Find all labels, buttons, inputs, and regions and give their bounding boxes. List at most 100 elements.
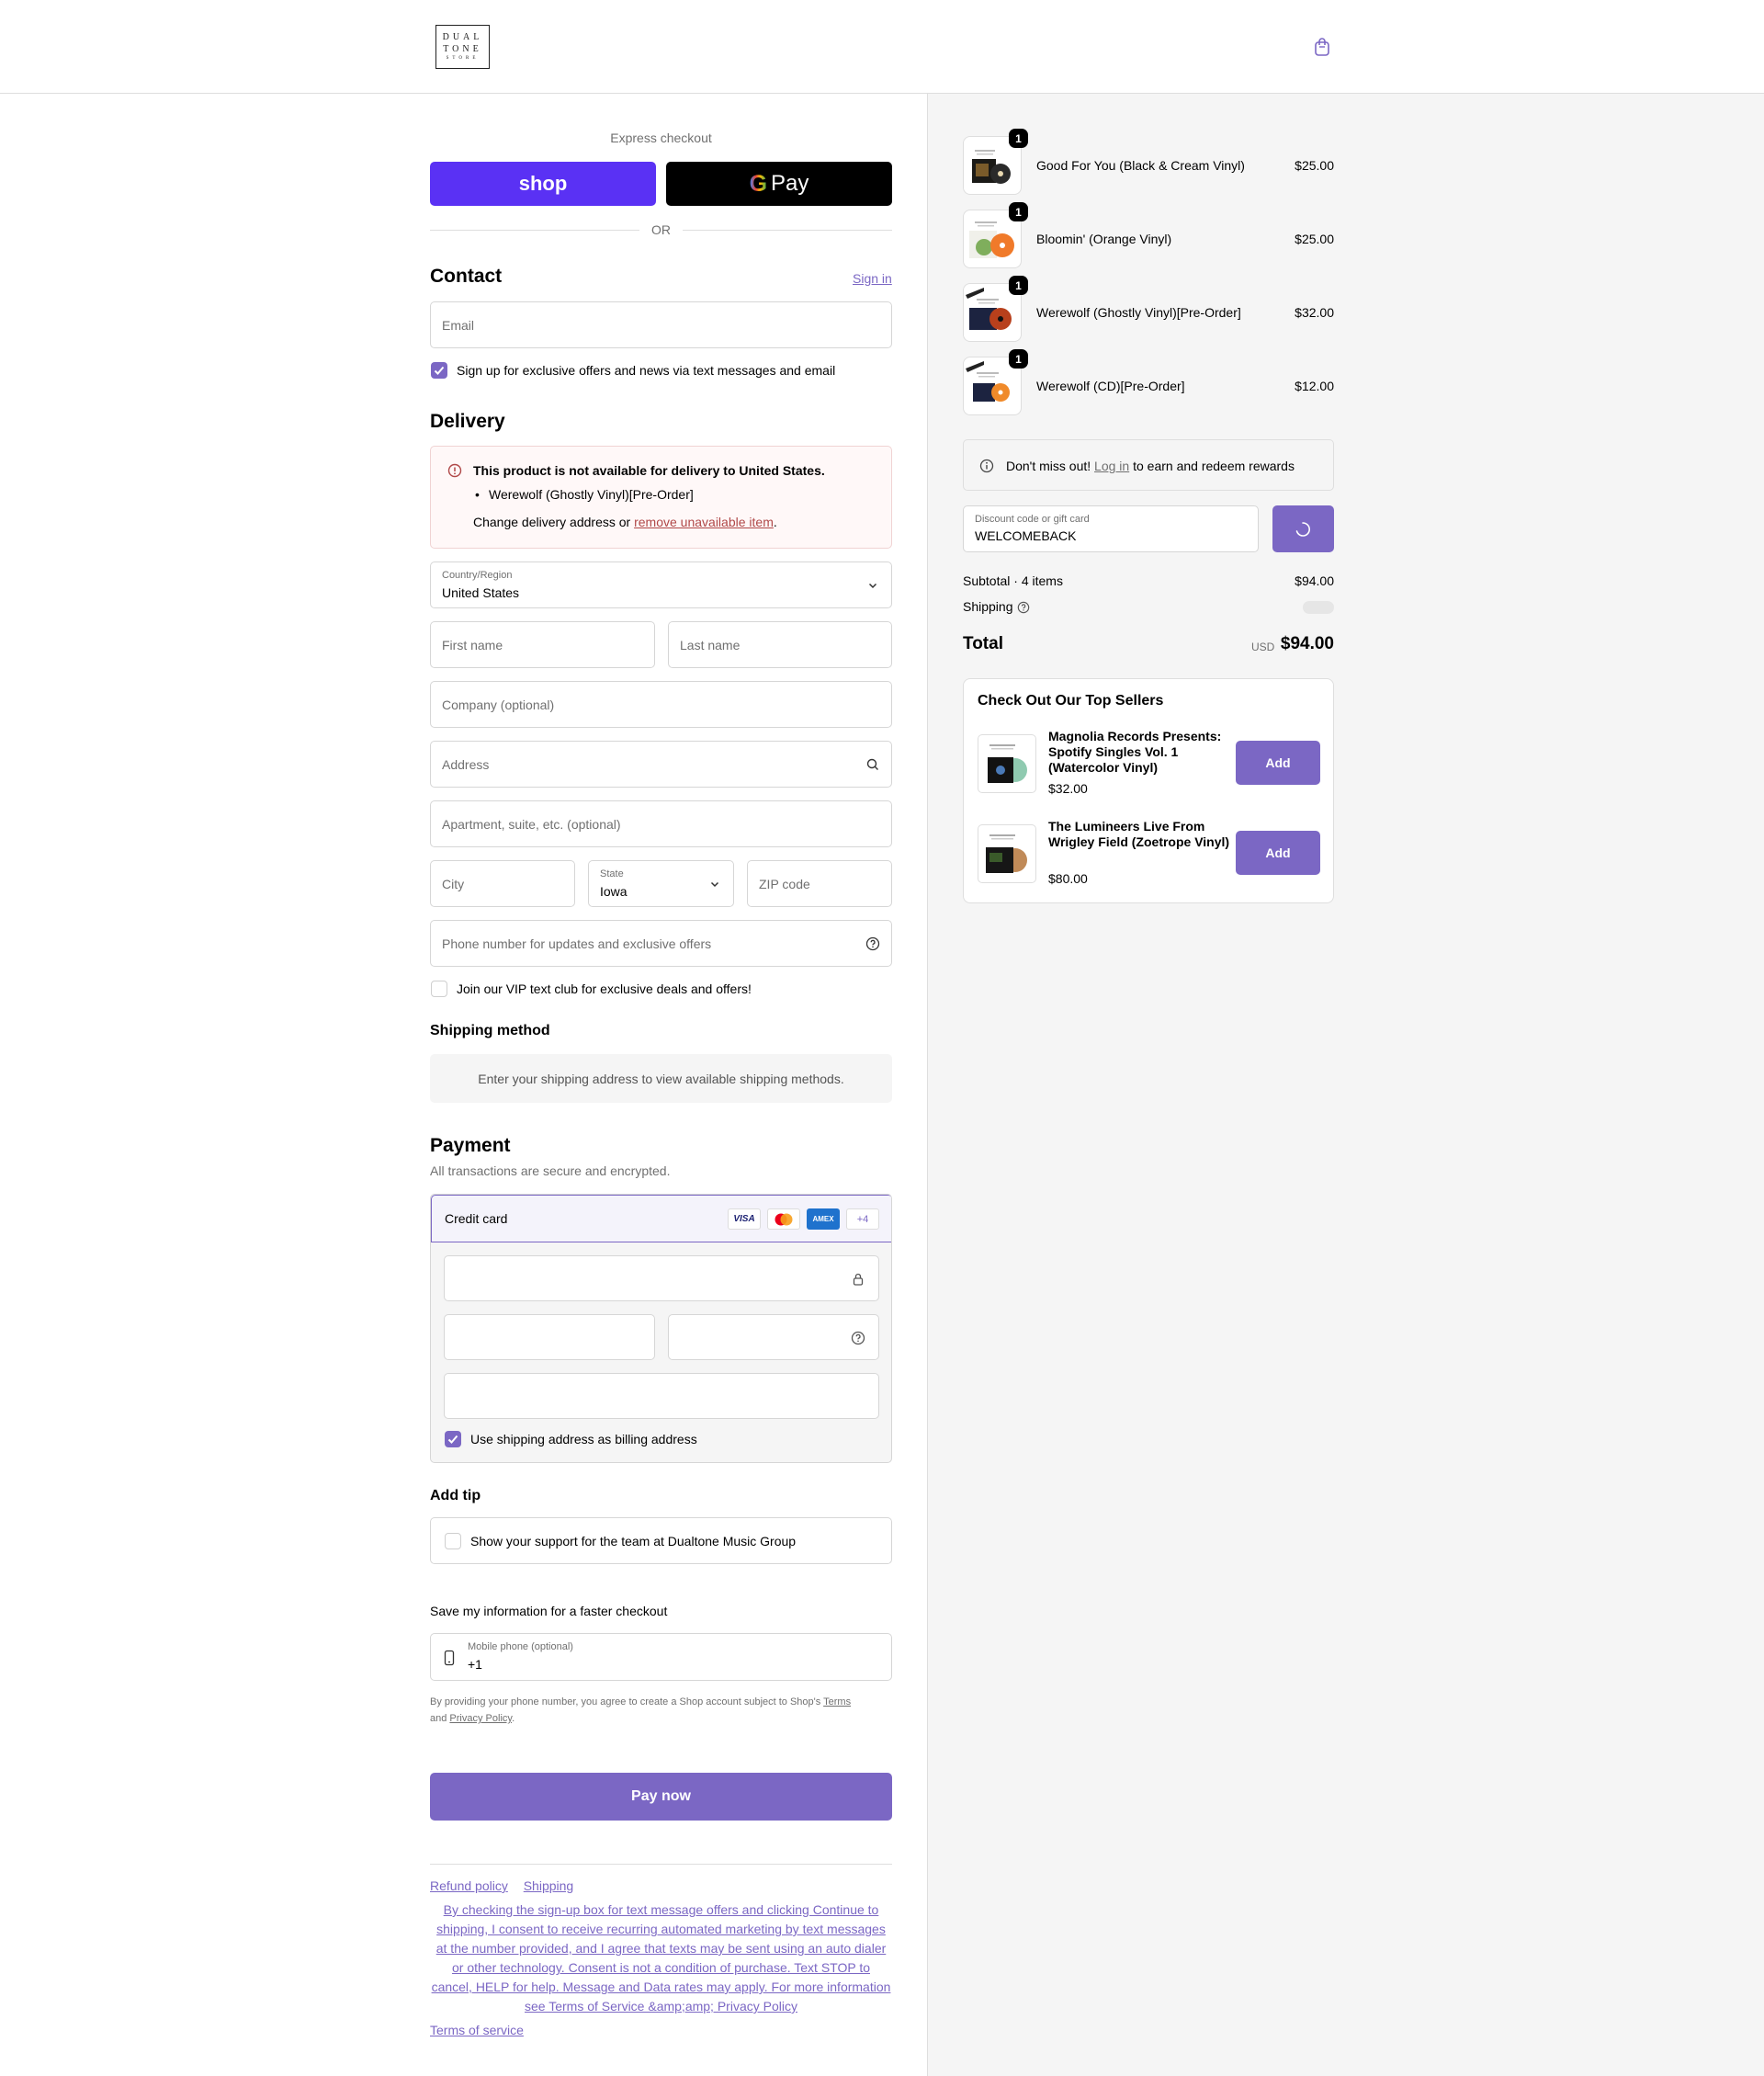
email-placeholder: Email: [442, 317, 475, 333]
payment-subtitle: All transactions are secure and encrypte…: [430, 1163, 671, 1178]
store-logo[interactable]: DUAL TONE STORE: [435, 25, 490, 69]
rewards-banner: Don't miss out! Log in to earn and redee…: [963, 439, 1334, 491]
tip-heading: Add tip: [430, 1488, 481, 1503]
signup-label: Sign up for exclusive offers and news vi…: [457, 363, 836, 378]
zip-field[interactable]: ZIP code: [747, 860, 892, 907]
shipping-loading-placeholder: [1303, 601, 1334, 614]
shop-terms-link[interactable]: Terms: [823, 1696, 851, 1707]
shop-pay-label: shop: [518, 172, 568, 195]
help-icon[interactable]: [851, 1331, 865, 1345]
discount-code-field[interactable]: Discount code or gift card WELCOMEBACK: [963, 505, 1259, 552]
google-pay-label: Pay: [771, 171, 809, 196]
last-name-field[interactable]: Last name: [668, 621, 892, 668]
shipping-policy-link[interactable]: Shipping: [524, 1878, 574, 1893]
logo-line-2: TONE: [443, 44, 482, 54]
address-field[interactable]: Address: [430, 741, 892, 788]
check-icon: [434, 366, 445, 375]
product-image: [978, 734, 1036, 793]
tip-label: Show your support for the team at Dualto…: [470, 1534, 797, 1548]
credit-card-label: Credit card: [445, 1211, 508, 1226]
mastercard-icon: [767, 1208, 800, 1230]
header: DUAL TONE STORE: [0, 0, 1764, 94]
info-icon: [979, 459, 994, 473]
first-name-field[interactable]: First name: [430, 621, 655, 668]
amex-icon: AMEX: [807, 1208, 840, 1230]
subtotal-row: Subtotal · 4 items $94.00: [963, 573, 1334, 588]
tip-option[interactable]: Show your support for the team at Dualto…: [430, 1517, 892, 1564]
shopping-bag-icon[interactable]: [1312, 37, 1332, 57]
company-field[interactable]: Company (optional): [430, 681, 892, 728]
country-select[interactable]: Country/Region United States: [430, 562, 892, 608]
check-icon: [447, 1435, 458, 1444]
refund-policy-link[interactable]: Refund policy: [430, 1878, 508, 1893]
quantity-badge: 1: [1009, 349, 1028, 369]
security-code-field[interactable]: [668, 1314, 879, 1360]
shop-pay-button[interactable]: shop: [430, 162, 656, 206]
product-image: [978, 824, 1036, 883]
loading-spinner-icon: [1295, 522, 1310, 537]
warning-change-text: Change delivery address or remove unavai…: [473, 515, 777, 529]
tip-checkbox[interactable]: [445, 1533, 461, 1549]
or-divider: OR: [430, 222, 892, 237]
save-info-heading: Save my information for a faster checkou…: [430, 1604, 668, 1618]
footer-divider: [430, 1864, 892, 1865]
state-select[interactable]: State Iowa: [588, 860, 734, 907]
line-item: 1 Werewolf (Ghostly Vinyl)[Pre-Order] $3…: [963, 276, 1334, 342]
chevron-down-icon: [868, 583, 877, 588]
line-item: 1 Good For You (Black & Cream Vinyl) $25…: [963, 129, 1334, 195]
terms-of-service-link[interactable]: Terms of service: [430, 2023, 524, 2037]
line-item-name: Werewolf (Ghostly Vinyl)[Pre-Order]: [1036, 305, 1241, 320]
more-cards-badge: +4: [846, 1208, 879, 1230]
shipping-method-info: Enter your shipping address to view avai…: [430, 1054, 892, 1103]
sign-in-link[interactable]: Sign in: [853, 271, 892, 286]
line-item: 1 Werewolf (CD)[Pre-Order] $12.00: [963, 349, 1334, 415]
email-field[interactable]: Email: [430, 301, 892, 348]
express-checkout-title: Express checkout: [610, 130, 712, 145]
shop-privacy-link[interactable]: Privacy Policy: [449, 1713, 512, 1724]
billing-checkbox[interactable]: [445, 1431, 461, 1447]
subtotal-label: Subtotal · 4 items: [963, 573, 1063, 588]
help-icon[interactable]: [1017, 601, 1030, 614]
top-sellers-heading: Check Out Our Top Sellers: [978, 693, 1164, 709]
warning-item: Werewolf (Ghostly Vinyl)[Pre-Order]: [475, 487, 694, 502]
google-pay-button[interactable]: G Pay: [666, 162, 892, 206]
visa-icon: VISA: [728, 1208, 761, 1230]
vip-checkbox[interactable]: [431, 981, 447, 997]
sms-consent-link[interactable]: By checking the sign-up box for text mes…: [430, 1900, 892, 2016]
top-sellers-card: Check Out Our Top Sellers Magnolia Recor…: [963, 678, 1334, 903]
signup-checkbox[interactable]: [431, 362, 447, 379]
line-item-price: $25.00: [1295, 232, 1334, 246]
name-on-card-field[interactable]: [444, 1373, 879, 1419]
delivery-warning: This product is not available for delive…: [430, 446, 892, 549]
expiration-field[interactable]: [444, 1314, 655, 1360]
log-in-link[interactable]: Log in: [1094, 459, 1129, 473]
card-number-field[interactable]: [444, 1255, 879, 1301]
error-icon: [447, 463, 462, 478]
city-field[interactable]: City: [430, 860, 575, 907]
add-upsell-button[interactable]: Add: [1236, 831, 1320, 875]
shipping-label: Shipping: [963, 599, 1013, 614]
line-item-price: $25.00: [1295, 158, 1334, 173]
country-value: United States: [442, 585, 520, 600]
mobile-phone-icon: [444, 1650, 455, 1666]
billing-label: Use shipping address as billing address: [470, 1432, 697, 1446]
mobile-phone-field[interactable]: Mobile phone (optional) +1: [430, 1633, 892, 1681]
add-upsell-button[interactable]: Add: [1236, 741, 1320, 785]
phone-field[interactable]: Phone number for updates and exclusive o…: [430, 920, 892, 967]
upsell-item-price: $80.00: [1048, 871, 1088, 886]
line-item-name: Bloomin' (Orange Vinyl): [1036, 232, 1172, 246]
apply-discount-button[interactable]: [1272, 505, 1334, 552]
shipping-method-heading: Shipping method: [430, 1023, 550, 1038]
or-label: OR: [651, 222, 671, 237]
pay-now-button[interactable]: Pay now: [430, 1773, 892, 1821]
rewards-text: Don't miss out! Log in to earn and redee…: [1006, 459, 1295, 473]
credit-card-option[interactable]: Credit card VISA AMEX +4: [431, 1195, 891, 1242]
help-icon[interactable]: [865, 936, 880, 951]
quantity-badge: 1: [1009, 276, 1028, 295]
remove-unavailable-item-link[interactable]: remove unavailable item: [634, 515, 774, 529]
upsell-item-price: $32.00: [1048, 781, 1088, 796]
footer-links: Refund policy Shipping: [430, 1878, 585, 1893]
apartment-field[interactable]: Apartment, suite, etc. (optional): [430, 800, 892, 847]
payment-heading: Payment: [430, 1135, 511, 1156]
warning-title: This product is not available for delive…: [473, 463, 825, 478]
